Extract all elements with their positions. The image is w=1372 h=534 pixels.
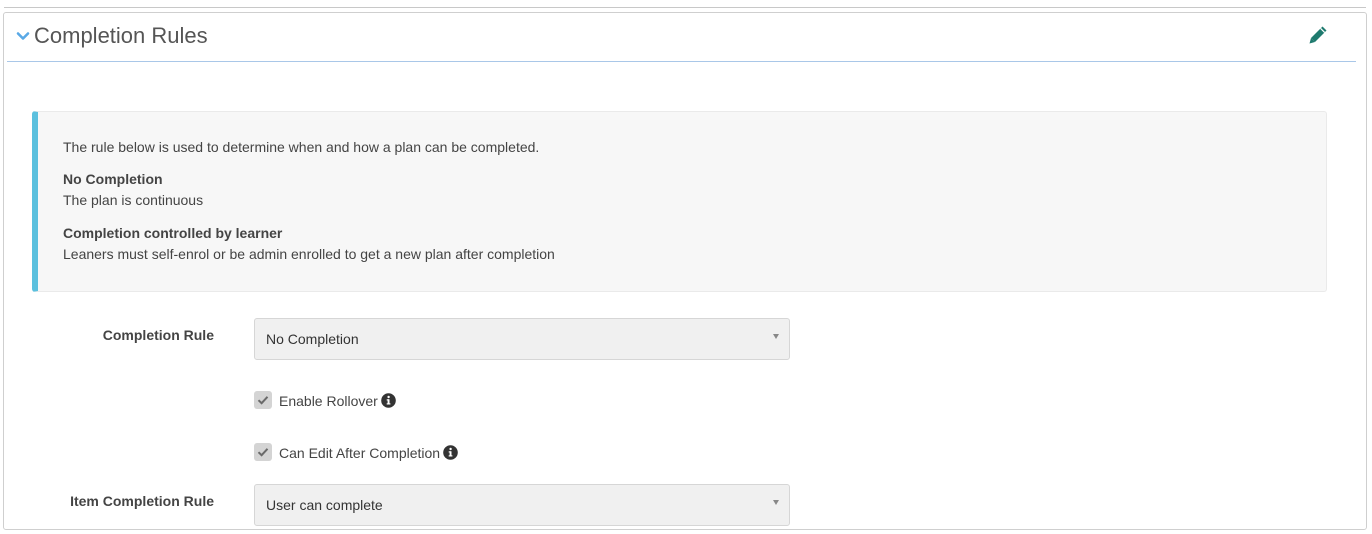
info-circle-icon[interactable] [443,445,458,460]
completion-rule-select[interactable]: No Completion [254,318,790,360]
caret-down-icon [773,500,779,505]
completion-rule-label: Completion Rule [102,327,214,343]
completion-rules-panel: Completion Rules The rule below is used … [3,12,1367,530]
can-edit-after-completion-checkbox[interactable] [254,443,272,461]
top-divider [4,7,1366,8]
item-completion-rule-value: User can complete [266,497,383,513]
panel-title: Completion Rules [34,23,208,48]
enable-rollover-checkbox[interactable] [254,391,272,409]
info-heading-learner-controlled: Completion controlled by learner [63,225,283,241]
can-edit-after-completion-label[interactable]: Can Edit After Completion [279,445,458,461]
info-text-no-completion: The plan is continuous [63,192,204,208]
enable-rollover-label[interactable]: Enable Rollover [279,393,396,409]
completion-info-box: The rule below is used to determine when… [32,111,1327,292]
caret-down-icon [773,334,779,339]
item-completion-rule-select[interactable]: User can complete [254,484,790,526]
info-text-learner-controlled: Leaners must self-enrol or be admin enro… [63,246,555,262]
panel-header: Completion Rules [7,13,1356,62]
info-heading-no-completion: No Completion [63,171,163,187]
pencil-icon[interactable] [1307,24,1329,46]
item-completion-rule-label: Item Completion Rule [70,493,214,509]
info-circle-icon[interactable] [381,393,396,408]
info-intro-text: The rule below is used to determine when… [63,139,540,155]
chevron-down-icon[interactable] [15,28,31,44]
completion-rule-value: No Completion [266,331,359,347]
